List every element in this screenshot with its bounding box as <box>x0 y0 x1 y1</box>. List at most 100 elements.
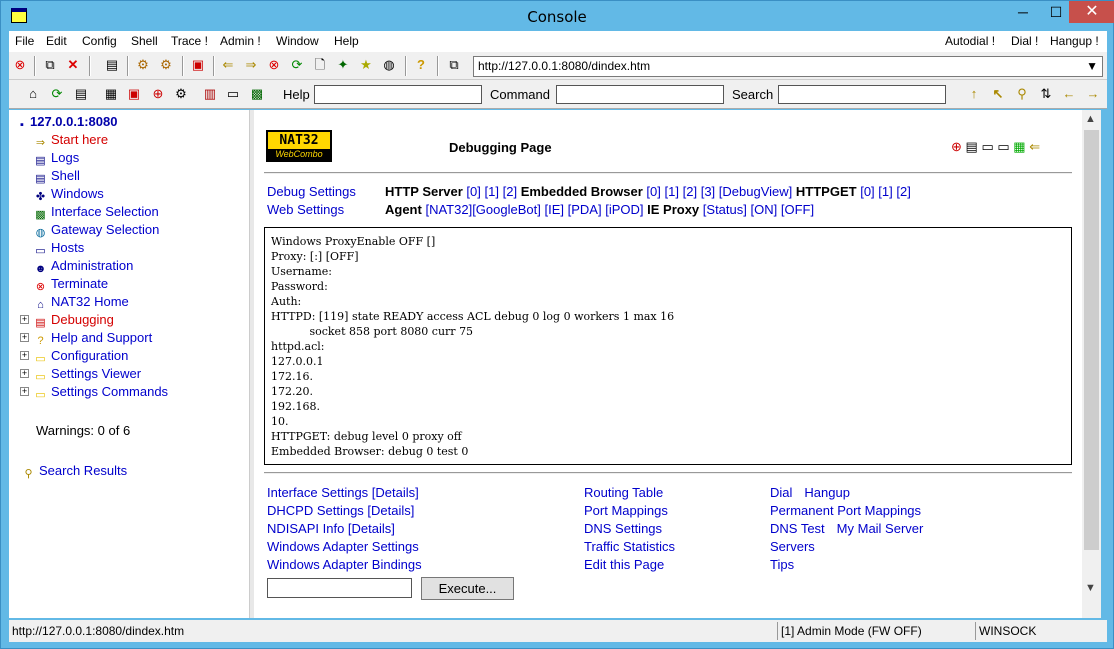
expand-icon[interactable]: + <box>20 315 29 324</box>
ie-proxy-status[interactable]: [Status] <box>703 202 747 217</box>
link-tips[interactable]: Tips <box>770 557 794 572</box>
menu-trace[interactable]: Trace ! <box>171 34 208 48</box>
search-results[interactable]: ⚲ Search Results <box>21 463 127 481</box>
tree-item-logs[interactable]: ▤ Logs <box>33 150 79 168</box>
httpget-1[interactable]: [1] <box>878 184 892 199</box>
tree-item-debugging[interactable]: ▤ Debugging <box>33 312 114 330</box>
stop-load-icon[interactable]: ⊗ <box>266 57 282 73</box>
tree-item-nat32-home[interactable]: ⌂ NAT32 Home <box>33 294 129 312</box>
globe-icon[interactable]: ◍ <box>381 57 397 73</box>
execute-button[interactable]: Execute... <box>421 577 514 600</box>
expand-icon[interactable]: + <box>20 333 29 342</box>
command-input[interactable] <box>556 85 724 104</box>
address-input[interactable]: http://127.0.0.1:8080/dindex.htm ▼ <box>473 56 1103 77</box>
agent-ie[interactable]: [IE] <box>544 202 564 217</box>
menu-file[interactable]: File <box>15 34 34 48</box>
menu-edit[interactable]: Edit <box>46 34 67 48</box>
arrow-upleft-icon[interactable]: ↖ <box>990 86 1006 102</box>
stop-icon[interactable]: ⊗ <box>12 57 28 73</box>
link-port-mappings[interactable]: Port Mappings <box>584 503 668 518</box>
embedded-0[interactable]: [0] <box>646 184 660 199</box>
embedded-2[interactable]: [2] <box>683 184 697 199</box>
tree-item-hosts[interactable]: ▭ Hosts <box>33 240 84 258</box>
link-permanent-port-mappings[interactable]: Permanent Port Mappings <box>770 503 921 518</box>
chevron-down-icon[interactable]: ▼ <box>1086 57 1098 76</box>
arrow-right-icon[interactable]: → <box>1085 86 1101 102</box>
menu-config[interactable]: Config <box>82 34 117 48</box>
home-icon[interactable]: ⌂ <box>25 86 41 102</box>
disconnect-icon[interactable]: ⚙ <box>158 57 174 73</box>
tree-item-administration[interactable]: ☻ Administration <box>33 258 134 276</box>
http-server-0[interactable]: [0] <box>466 184 480 199</box>
chevron-up-icon[interactable]: ▲ <box>1085 113 1096 125</box>
http-server-1[interactable]: [1] <box>485 184 499 199</box>
http-server-2[interactable]: [2] <box>503 184 517 199</box>
expand-icon[interactable]: + <box>20 387 29 396</box>
network-icon[interactable]: ✦ <box>335 57 351 73</box>
network-icon[interactable]: ▭ <box>997 139 1009 154</box>
search-input[interactable] <box>778 85 946 104</box>
lifebuoy-icon[interactable]: ⊕ <box>951 139 962 154</box>
expand-icon[interactable]: + <box>20 369 29 378</box>
tree-item-interface-selection[interactable]: ▩ Interface Selection <box>33 204 158 222</box>
menu-shell[interactable]: Shell <box>131 34 158 48</box>
embedded-3[interactable]: [3] <box>701 184 715 199</box>
forward-icon[interactable]: ⇒ <box>243 57 259 73</box>
printer-icon[interactable]: ▣ <box>126 86 142 102</box>
ie-proxy-off[interactable]: [OFF] <box>781 202 814 217</box>
close-button[interactable]: ✕ <box>1069 1 1114 23</box>
link-interface-settings-details-[interactable]: Interface Settings [Details] <box>267 485 419 500</box>
tree-root[interactable]: ▪ 127.0.0.1:8080 <box>17 114 117 132</box>
agent-nat32[interactable]: [NAT32] <box>425 202 472 217</box>
debugview-link[interactable]: [DebugView] <box>719 184 792 199</box>
link-dial[interactable]: Dial <box>770 485 792 500</box>
favorites-icon[interactable]: ★ <box>358 57 374 73</box>
agent-googlebot[interactable]: [GoogleBot] <box>472 202 541 217</box>
chevron-down-icon[interactable]: ▼ <box>1085 582 1096 594</box>
arrow-left-icon[interactable]: ← <box>1061 86 1077 102</box>
back-icon[interactable]: ⇐ <box>1029 139 1040 154</box>
title-bar[interactable]: Console ─ ☐ ✕ <box>1 1 1114 31</box>
tree-item-shell[interactable]: ▤ Shell <box>33 168 80 186</box>
help-icon[interactable]: ? <box>413 57 429 73</box>
httpget-2[interactable]: [2] <box>896 184 910 199</box>
link-routing-table[interactable]: Routing Table <box>584 485 663 500</box>
card-icon[interactable]: ▩ <box>249 86 265 102</box>
connect-icon[interactable]: ⚙ <box>135 57 151 73</box>
tree-item-settings-viewer[interactable]: ▭ Settings Viewer <box>33 366 141 384</box>
link-windows-adapter-settings[interactable]: Windows Adapter Settings <box>267 539 419 554</box>
arrow-up-icon[interactable]: ↑ <box>966 86 982 102</box>
connect-icon[interactable]: ⚙ <box>173 86 189 102</box>
tree-item-start-here[interactable]: ⇒ Start here <box>33 132 108 150</box>
tile-icon[interactable]: ▦ <box>103 86 119 102</box>
monitor-icon[interactable]: ▭ <box>225 86 241 102</box>
debug-settings-link[interactable]: Debug Settings <box>267 184 356 199</box>
lifebuoy-icon[interactable]: ⊕ <box>150 86 166 102</box>
menu-help[interactable]: Help <box>334 34 359 48</box>
window-icon[interactable]: ▤ <box>104 57 120 73</box>
link-edit-this-page[interactable]: Edit this Page <box>584 557 664 572</box>
tree-item-windows[interactable]: ✤ Windows <box>33 186 104 204</box>
page-icon[interactable]: 🗋 <box>312 57 328 73</box>
link-traffic-statistics[interactable]: Traffic Statistics <box>584 539 675 554</box>
copy-icon[interactable]: ⧉ <box>42 57 58 73</box>
sync-icon[interactable]: ⇅ <box>1038 86 1054 102</box>
refresh-icon[interactable]: ⟳ <box>49 86 65 102</box>
cascade-icon[interactable]: ⧉ <box>446 57 462 73</box>
web-settings-link[interactable]: Web Settings <box>267 202 344 217</box>
minimize-button[interactable]: ─ <box>1006 1 1040 23</box>
httpget-0[interactable]: [0] <box>860 184 874 199</box>
link-dhcpd-settings-details-[interactable]: DHCPD Settings [Details] <box>267 503 414 518</box>
agent-ipod[interactable]: [iPOD] <box>605 202 643 217</box>
printer-icon[interactable]: ▣ <box>190 57 206 73</box>
tree-item-configuration[interactable]: ▭ Configuration <box>33 348 128 366</box>
ie-proxy-on[interactable]: [ON] <box>750 202 777 217</box>
menu-admin[interactable]: Admin ! <box>220 34 261 48</box>
back-icon[interactable]: ⇐ <box>220 57 236 73</box>
agent-pda[interactable]: [PDA] <box>568 202 602 217</box>
link-servers[interactable]: Servers <box>770 539 815 554</box>
link-windows-adapter-bindings[interactable]: Windows Adapter Bindings <box>267 557 422 572</box>
window-icon[interactable]: ▤ <box>73 86 89 102</box>
search-icon[interactable]: ⚲ <box>1014 86 1030 102</box>
tree-item-gateway-selection[interactable]: ◍ Gateway Selection <box>33 222 160 240</box>
